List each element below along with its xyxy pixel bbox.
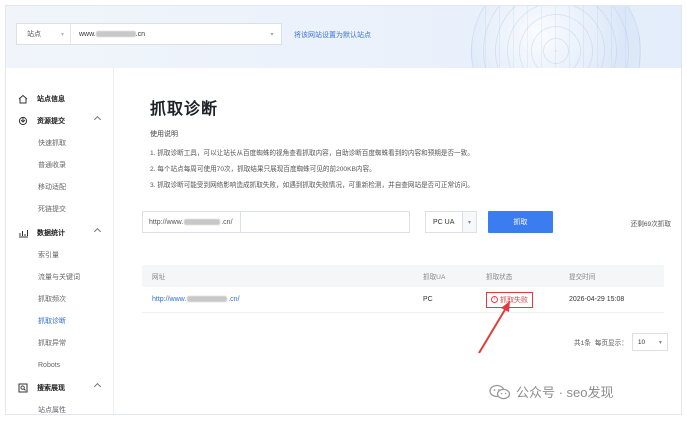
usage-line: 2. 每个站点每周可使用70次，抓取结果只展现百度蜘蛛可见的前200KB内容。	[150, 166, 376, 173]
globe-lines-graphic	[471, 6, 641, 68]
ua-select[interactable]: PC UA ▾	[425, 211, 477, 233]
top-banner: 站点 ▾ www. .cn ▾ 将该网站设置为默认站点	[6, 6, 681, 68]
remaining-count: 还剩69次抓取	[630, 221, 671, 228]
usage-title: 使用说明	[150, 131, 178, 138]
url-suffix-text: .cn/	[221, 218, 233, 226]
watermark-text: 公众号 · seo发现	[516, 385, 614, 400]
pagination-total: 共1条	[574, 340, 591, 347]
sidebar-item-normal-index[interactable]: 普通收录	[6, 156, 114, 174]
sidebar-item-crawl-errors[interactable]: 抓取异常	[6, 334, 114, 352]
sidebar-item-site-info[interactable]: 站点信息	[6, 90, 114, 108]
chevron-up-icon	[93, 227, 102, 236]
sidebar-item-fast-crawl[interactable]: 快速抓取	[6, 134, 114, 152]
site-selector[interactable]: 站点 ▾ www. .cn ▾	[16, 23, 282, 45]
status-failed-link[interactable]: ! 抓取失败	[486, 291, 533, 308]
page-title: 抓取诊断	[150, 101, 219, 118]
chevron-down-icon[interactable]: ▾	[462, 212, 476, 232]
set-default-site-link[interactable]: 将该网站设置为默认站点	[294, 30, 371, 40]
row-url-link[interactable]: http://www. .cn/	[142, 296, 423, 303]
url-path-input[interactable]	[241, 212, 409, 232]
alert-circle-icon: !	[491, 296, 498, 303]
home-icon	[17, 94, 29, 104]
app-frame: 站点 ▾ www. .cn ▾ 将该网站设置为默认站点 站点信息 资源提交 快速…	[5, 5, 682, 415]
sidebar: 站点信息 资源提交 快速抓取 普通收录 移动适配 死链提交 数据统计 索引量 流…	[6, 68, 114, 414]
row-time: 2026-04-29 15:08	[569, 296, 625, 303]
sidebar-group-resource-submit[interactable]: 资源提交	[6, 112, 114, 130]
sidebar-item-site-attributes[interactable]: 站点属性	[6, 401, 114, 414]
sidebar-group-data-stats[interactable]: 数据统计	[6, 224, 114, 242]
main-content: 抓取诊断 使用说明 1. 抓取诊断工具，可以让站长从百度蜘蛛的视角查看抓取内容，…	[114, 68, 681, 414]
sidebar-group-search-display[interactable]: 搜索展现	[6, 379, 114, 397]
search-display-icon	[17, 383, 29, 393]
sidebar-group-label: 站点信息	[37, 96, 65, 103]
ua-select-value: PC UA	[433, 218, 455, 226]
sidebar-group-label: 搜索展现	[37, 385, 65, 392]
pagination: 共1条 每页显示： 10 ▾	[574, 333, 668, 351]
upload-icon	[17, 116, 29, 126]
pagination-per-page-label: 每页显示：	[594, 340, 628, 347]
sidebar-group-label: 资源提交	[37, 118, 65, 125]
usage-line: 3. 抓取诊断可能受到网络影响造成抓取失败，如遇到抓取失败情况，可重新检测，并自…	[150, 182, 474, 189]
chevron-up-icon	[93, 115, 102, 124]
table-row: http://www. .cn/ PC ! 抓取失败 2026-04-29 15:…	[142, 287, 664, 313]
chart-icon	[17, 228, 29, 238]
url-prefix-text: http://www.	[149, 218, 184, 226]
row-url-prefix: http://www.	[152, 296, 187, 303]
chevron-down-icon: ▾	[60, 31, 64, 38]
chevron-down-icon: ▾	[658, 339, 662, 346]
site-url-value[interactable]: www. .cn	[71, 31, 263, 38]
url-prefix: http://www. .cn/	[143, 212, 241, 232]
table-header: 网址 抓取UA 抓取状态 提交时间	[142, 265, 664, 287]
column-header-ua: 抓取UA	[423, 274, 446, 281]
sidebar-item-traffic-keywords[interactable]: 流量与关键词	[6, 268, 114, 286]
redacted-domain	[184, 219, 221, 225]
chevron-up-icon	[93, 382, 102, 391]
row-status-cell: ! 抓取失败	[486, 291, 569, 308]
per-page-value: 10	[637, 338, 646, 346]
status-text: 抓取失败	[500, 296, 528, 304]
redacted-domain	[187, 296, 228, 303]
sidebar-item-crawl-frequency[interactable]: 抓取频次	[6, 290, 114, 308]
site-url-suffix: .cn	[135, 30, 146, 38]
redacted-domain	[95, 31, 136, 37]
row-ua: PC	[423, 296, 433, 303]
column-header-time: 提交时间	[569, 274, 596, 281]
sidebar-item-crawl-diagnosis[interactable]: 抓取诊断	[6, 312, 114, 330]
site-type-label: 站点	[27, 31, 41, 38]
watermark: 公众号 · seo发现	[489, 382, 614, 401]
row-url-suffix: .cn/	[228, 296, 240, 303]
column-header-url: 网址	[152, 274, 166, 281]
sidebar-item-mobile-adapt[interactable]: 移动适配	[6, 178, 114, 196]
site-type-dropdown[interactable]: 站点 ▾	[17, 24, 71, 44]
url-field-group: http://www. .cn/	[142, 211, 410, 233]
per-page-select[interactable]: 10 ▾	[631, 333, 668, 351]
sidebar-item-dead-link[interactable]: 死链提交	[6, 200, 114, 218]
usage-line: 1. 抓取诊断工具，可以让站长从百度蜘蛛的视角查看抓取内容，自助诊断百度蜘蛛看到…	[150, 150, 474, 157]
column-header-status: 抓取状态	[486, 274, 513, 281]
sidebar-item-index-volume[interactable]: 索引量	[6, 246, 114, 264]
sidebar-item-robots[interactable]: Robots	[6, 356, 114, 374]
chevron-down-icon[interactable]: ▾	[263, 31, 281, 38]
sidebar-group-label: 数据统计	[37, 230, 65, 237]
wechat-icon	[489, 384, 511, 400]
site-url-prefix: www.	[79, 30, 96, 38]
fetch-button[interactable]: 抓取	[488, 211, 553, 233]
crawl-results-table: 网址 抓取UA 抓取状态 提交时间 http://www. .cn/ PC ! 抓…	[142, 265, 664, 313]
